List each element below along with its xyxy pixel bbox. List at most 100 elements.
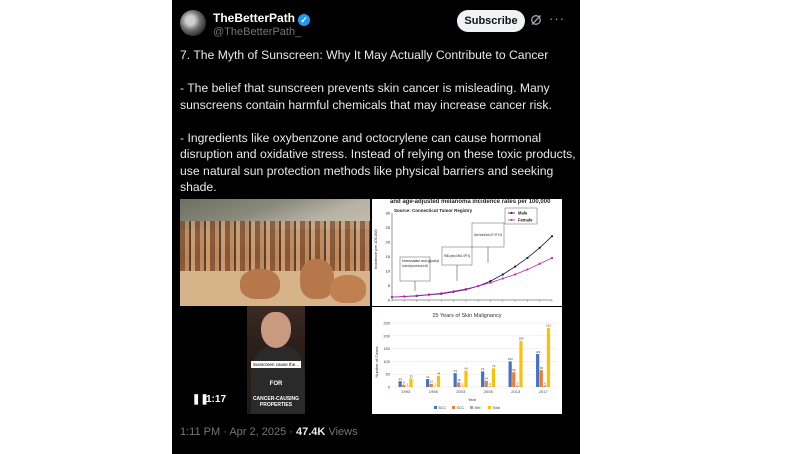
bar (491, 368, 496, 387)
y-tick-label: 100 (383, 359, 390, 364)
data-point (464, 287, 467, 291)
annotation-homosalate-detail: Homosalate and glyceryl paraminobenzoate… (402, 264, 428, 268)
video-duration: 1:17 (206, 394, 227, 405)
data-label: 5 (517, 382, 519, 386)
author-name[interactable]: TheBetterPath (213, 11, 295, 25)
data-label: 66 (540, 366, 544, 370)
bar (460, 386, 464, 387)
annotation: PABA (early 1960s, SPF 8) (441, 246, 473, 281)
data-label: 61 (481, 367, 485, 371)
tweet-paragraph: - Ingredients like oxybenzone and octocr… (180, 130, 576, 195)
data-point (513, 273, 517, 276)
data-label: 231 (546, 324, 551, 328)
annotation: Homosalate and glyceryl Homosalate and g… (399, 256, 439, 291)
views-count: 47.4K (296, 426, 326, 438)
bar (481, 371, 485, 387)
data-point (415, 294, 418, 297)
avatar[interactable] (180, 10, 206, 36)
data-label: 1 (407, 383, 409, 387)
bar (508, 361, 512, 387)
chart-legend: BCC SCC MM Total (434, 406, 500, 410)
bar (429, 383, 433, 387)
sunbather-figure (330, 275, 366, 303)
chart-source: Source: Connecticut Tumor Registry (394, 208, 473, 213)
views-label: Views (328, 426, 358, 438)
data-label: 180 (519, 337, 524, 341)
data-point (452, 290, 455, 293)
subscribe-button[interactable]: Subscribe (457, 10, 525, 32)
data-point (513, 265, 517, 268)
y-tick-label: 250 (383, 321, 390, 326)
data-label: 12 (430, 380, 434, 384)
y-tick-label: 150 (383, 346, 390, 351)
annotation-homosalate: Homosalate and glyceryl (402, 259, 439, 263)
data-label: 100 (508, 357, 513, 361)
tweet-text: 7. The Myth of Sunscreen: Why It May Act… (180, 47, 576, 212)
data-label: 24 (485, 377, 489, 381)
melanoma-incidence-chart[interactable]: and age-adjusted melanoma incidence rate… (372, 199, 562, 306)
annotation: Higher Erythemal Blocks (1977, SPF 30-15… (471, 222, 505, 263)
verified-badge-icon: ✓ (298, 14, 311, 26)
separator-dot: · (223, 426, 227, 438)
data-label: 33 (409, 374, 413, 378)
bar (453, 373, 457, 387)
separator-dot: · (289, 426, 293, 438)
data-point (550, 256, 554, 260)
bar (402, 384, 406, 387)
author-name-row[interactable]: TheBetterPath ✓ (213, 11, 311, 26)
grok-icon[interactable] (530, 14, 542, 26)
bar (546, 327, 551, 387)
sunbather-figure (300, 259, 334, 299)
beach-crowd (180, 221, 370, 276)
video-player[interactable]: Sunscreen cause the... FOR CANCER-CAUSIN… (180, 306, 370, 414)
bar (543, 385, 547, 387)
skin-malignancy-chart[interactable]: 25 Years of Skin Malignancy Number of Ca… (372, 307, 562, 414)
video-frame[interactable]: Sunscreen cause the... FOR CANCER-CAUSIN… (247, 306, 305, 414)
data-label: 73 (492, 364, 496, 368)
data-label: 54 (454, 369, 458, 373)
bar (426, 379, 430, 387)
y-tick-label: 5 (388, 283, 391, 288)
legend-marker (510, 212, 513, 214)
data-point (538, 262, 541, 265)
data-label: 64 (464, 366, 468, 370)
bar (464, 370, 468, 387)
beach-photo[interactable] (180, 199, 370, 306)
video-caption-small: Sunscreen cause the... (251, 361, 302, 368)
bar (515, 385, 519, 387)
tweet-footer: 1:11 PM · Apr 2, 2025 · 47.4K Views (180, 426, 358, 438)
x-tick-label: 2003 (456, 389, 466, 394)
data-label: 1 (434, 383, 436, 387)
y-tick-label: 200 (383, 333, 390, 338)
bar (536, 353, 540, 387)
chart-title: and age-adjusted melanoma incidence rate… (390, 199, 551, 205)
video-caption-for: FOR (269, 381, 283, 387)
more-options-icon[interactable]: ··· (549, 11, 565, 26)
post-date[interactable]: Apr 2, 2025 (229, 426, 286, 438)
data-point (501, 273, 504, 276)
bar (519, 340, 523, 387)
legend-swatch (488, 406, 491, 409)
tweet-paragraph: 7. The Myth of Sunscreen: Why It May Act… (180, 48, 549, 62)
data-label: 9 (403, 380, 405, 384)
speaker-head (261, 312, 291, 348)
data-point (427, 293, 431, 296)
chart-title: 25 Years of Skin Malignancy (432, 313, 501, 319)
post-time[interactable]: 1:11 PM (180, 426, 220, 438)
bar (398, 381, 402, 387)
data-label: 6 (544, 381, 546, 385)
y-axis-label: Number of Cases (374, 346, 379, 377)
annotation-paba: PABA (early 1960s, SPF 8) (444, 254, 470, 258)
data-point (390, 296, 394, 299)
sunbather-figure (240, 269, 280, 299)
legend-label: SCC (457, 406, 465, 410)
x-tick-label: 1998 (429, 389, 439, 394)
video-caption-bottom: CANCER-CAUSING PROPERTIES (252, 396, 300, 408)
data-label: 44 (437, 372, 441, 376)
y-tick-label: 50 (386, 372, 391, 377)
data-label: 18 (457, 378, 461, 382)
bar (409, 378, 413, 387)
author-handle[interactable]: @TheBetterPath_ (213, 26, 301, 38)
y-tick-label: 30 (386, 211, 391, 216)
bar-chart: 25 Years of Skin Malignancy Number of Ca… (374, 313, 557, 410)
